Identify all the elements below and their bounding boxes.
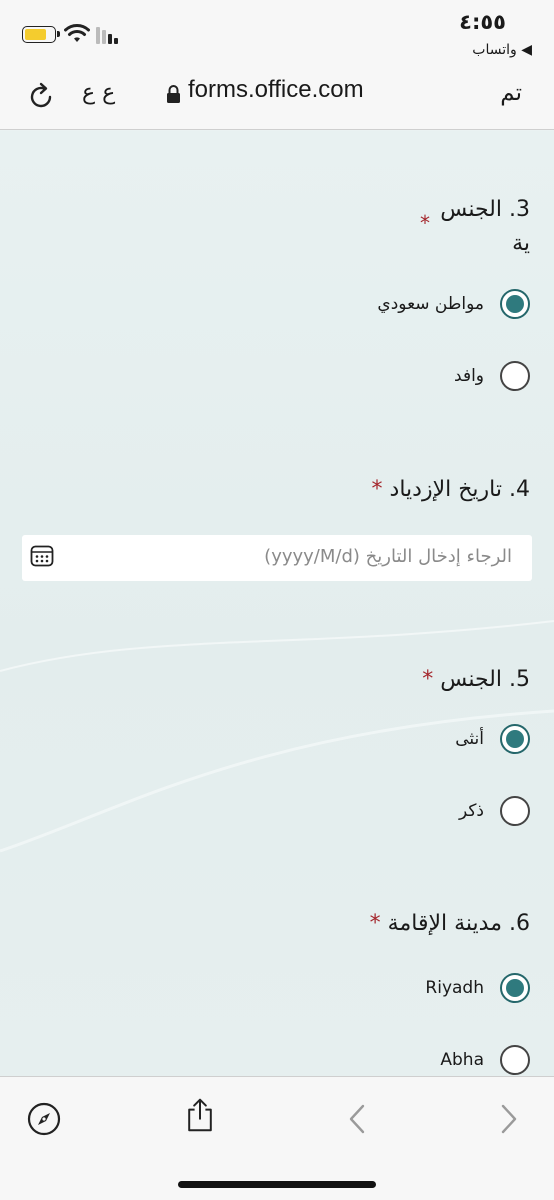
question-4-title: 4. تاريخ الإزدياد * — [372, 477, 530, 502]
option-female[interactable]: أنثى — [455, 723, 530, 755]
reload-icon[interactable] — [28, 80, 56, 110]
form-content: 3. الجنس * ية مواطن سعودي وافد 4. تاريخ … — [0, 131, 554, 1076]
required-marker: * — [369, 911, 381, 936]
address-bar: ع ع forms.office.com تم — [0, 62, 554, 130]
birth-date-input[interactable]: الرجاء إدخال التاريخ (yyyy/M/d) — [22, 535, 532, 581]
question-3-subline: ية — [512, 231, 530, 256]
option-expat[interactable]: وافد — [454, 360, 530, 392]
radio-unchecked[interactable] — [500, 1045, 530, 1075]
option-label: Riyadh — [425, 978, 484, 998]
text-size-button[interactable]: ع ع — [82, 80, 115, 105]
browser-toolbar — [0, 1076, 554, 1200]
option-label: ذكر — [458, 801, 484, 821]
date-placeholder: الرجاء إدخال التاريخ (yyyy/M/d) — [264, 546, 512, 567]
option-abha[interactable]: Abha — [440, 1044, 530, 1076]
option-label: أنثى — [455, 729, 484, 749]
required-marker: * — [420, 211, 430, 235]
radio-unchecked[interactable] — [500, 361, 530, 391]
option-male[interactable]: ذكر — [459, 795, 530, 827]
option-riyadh[interactable]: Riyadh — [425, 972, 530, 1004]
wifi-icon — [64, 24, 90, 42]
back-chevron-icon[interactable] — [340, 1101, 376, 1137]
compass-icon[interactable] — [26, 1101, 62, 1137]
question-6-title: 6. مدينة الإقامة * — [370, 911, 530, 936]
radio-unchecked[interactable] — [500, 796, 530, 826]
radio-checked[interactable] — [500, 724, 530, 754]
lock-icon — [167, 85, 180, 103]
calendar-icon[interactable] — [30, 544, 54, 568]
done-button[interactable]: تم — [500, 80, 522, 106]
option-saudi-citizen[interactable]: مواطن سعودي — [377, 288, 530, 320]
option-label: Abha — [440, 1050, 484, 1070]
question-3-title: 3. الجنس — [440, 197, 530, 222]
back-to-app-link[interactable]: ◀ واتساب — [472, 42, 532, 58]
battery-icon — [22, 26, 60, 43]
question-4-text: 4. تاريخ الإزدياد — [389, 477, 530, 502]
question-5-text: 5. الجنس — [440, 667, 530, 692]
url-field[interactable]: forms.office.com — [188, 76, 364, 104]
option-label: وافد — [454, 366, 484, 386]
share-icon[interactable] — [182, 1097, 218, 1133]
question-5-title: 5. الجنس * — [422, 667, 530, 692]
clock: ٤:٥٥ — [459, 10, 506, 34]
radio-checked[interactable] — [500, 973, 530, 1003]
home-indicator[interactable] — [178, 1181, 376, 1188]
question-6-text: 6. مدينة الإقامة — [387, 911, 530, 936]
cellular-signal-icon — [96, 26, 122, 44]
option-label: مواطن سعودي — [377, 294, 484, 314]
background-wave — [0, 620, 554, 853]
required-marker: * — [371, 477, 383, 502]
status-bar: ٤:٥٥ ◀ واتساب — [0, 0, 554, 62]
forward-chevron-icon[interactable] — [490, 1101, 526, 1137]
required-marker: * — [422, 667, 434, 692]
radio-checked[interactable] — [500, 289, 530, 319]
